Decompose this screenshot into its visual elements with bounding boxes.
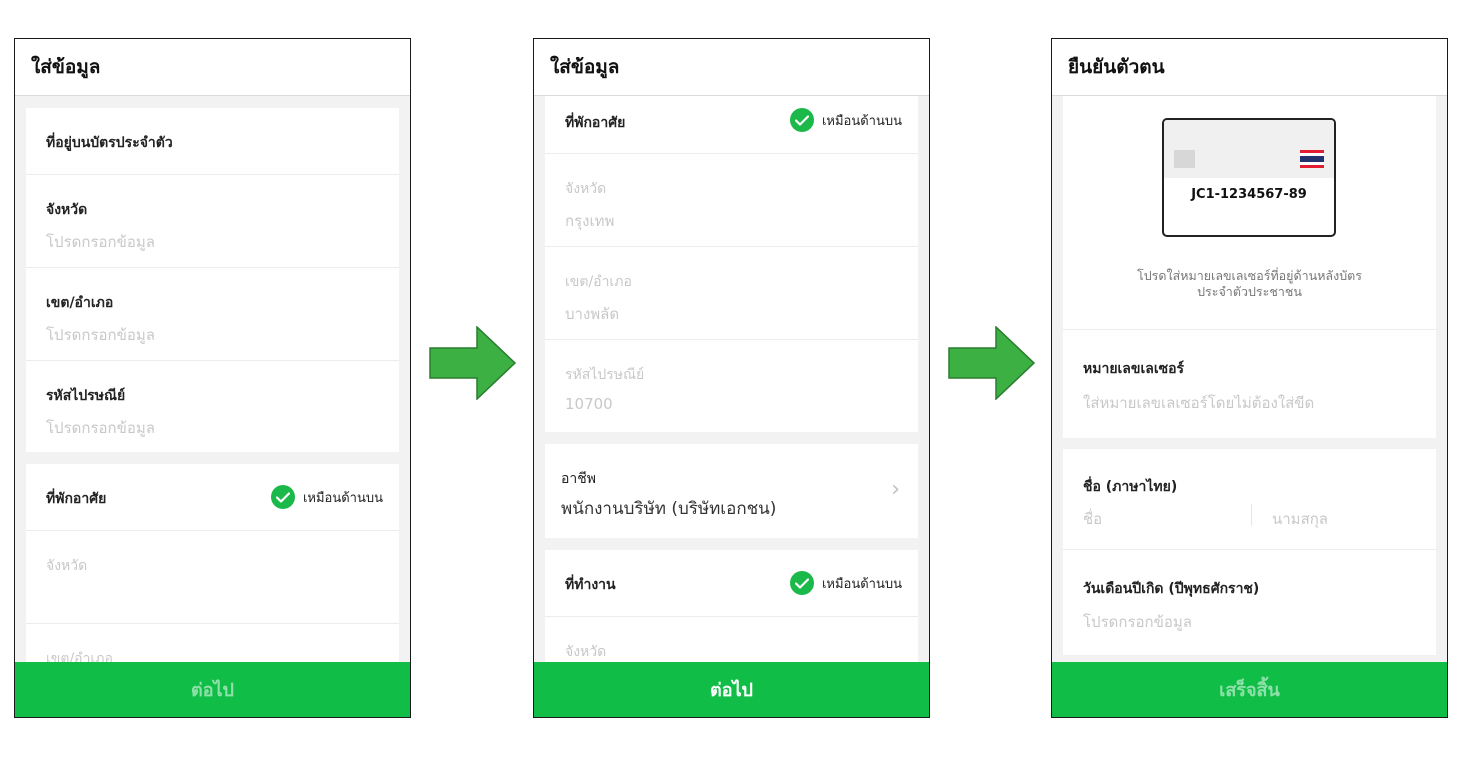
id-card-info-card: JC1-1234567-89 โปรดใส่หมายเลขเลเซอร์ที่อ…: [1063, 96, 1436, 329]
district-input[interactable]: โปรดกรอกข้อมูล: [46, 323, 155, 347]
next-button[interactable]: ต่อไป: [15, 662, 410, 717]
same-as-above-label: เหมือนด้านบน: [821, 113, 902, 129]
province-input[interactable]: โปรดกรอกข้อมูล: [46, 230, 155, 254]
check-circle-icon: [789, 571, 814, 595]
residence-province-field[interactable]: จังหวัด: [26, 531, 399, 624]
workplace-province-label: จังหวัด: [565, 644, 607, 660]
residence-province-label: จังหวัด: [46, 558, 88, 574]
form-content[interactable]: ที่อยู่บนบัตรประจำตัว จังหวัด โปรดกรอกข้…: [15, 96, 410, 662]
residence-header: ที่พักอาศัย เหมือนด้านบน: [26, 464, 399, 531]
residence-header: ที่พักอาศัย เหมือนด้านบน: [545, 96, 918, 154]
page-title: ใส่ข้อมูล: [550, 56, 620, 78]
finish-button[interactable]: เสร็จสิ้น: [1052, 662, 1447, 717]
right-arrow-icon: [429, 326, 517, 400]
birthdate-field[interactable]: วันเดือนปีเกิด (ปีพุทธศักราช) โปรดกรอกข้…: [1063, 550, 1436, 655]
postal-field[interactable]: รหัสไปรษณีย์ โปรดกรอกข้อมูล: [26, 361, 399, 452]
district-label: เขต/อำเภอ: [565, 274, 632, 290]
laser-card[interactable]: หมายเลขเลเซอร์ ใส่หมายเลขเลเซอร์โดยไม่ต้…: [1063, 329, 1436, 438]
screen-fill-info-2: ใส่ข้อมูล ที่พักอาศัย เหมือนด้านบน จังหว…: [533, 38, 930, 718]
workplace-same-toggle[interactable]: เหมือนด้านบน: [789, 571, 902, 595]
postal-input[interactable]: โปรดกรอกข้อมูล: [46, 416, 155, 440]
form-content[interactable]: JC1-1234567-89 โปรดใส่หมายเลขเลเซอร์ที่อ…: [1052, 96, 1447, 662]
screen-fill-info-1: ใส่ข้อมูล ที่อยู่บนบัตรประจำตัว จังหวัด …: [14, 38, 411, 718]
chevron-right-icon: ›: [891, 477, 900, 502]
residence-district-label: เขต/อำเภอ: [46, 651, 113, 662]
laser-input[interactable]: ใส่หมายเลขเลเซอร์โดยไม่ต้องใส่ขีด: [1083, 391, 1314, 415]
header: ใส่ข้อมูล: [15, 39, 410, 96]
district-label: เขต/อำเภอ: [46, 295, 114, 311]
laser-label: หมายเลขเลเซอร์: [1083, 361, 1185, 377]
last-name-input[interactable]: นามสกุล: [1272, 507, 1328, 531]
check-circle-icon: [270, 485, 295, 509]
id-card-illustration: JC1-1234567-89: [1162, 118, 1336, 237]
thai-name-label: ชื่อ (ภาษาไทย): [1083, 479, 1178, 495]
province-label: จังหวัด: [565, 181, 607, 197]
screen-verify-identity: ยืนยันตัวตน JC1-1234567-89 โปรดใส่หมายเล…: [1051, 38, 1448, 718]
instruction-text: โปรดใส่หมายเลขเลเซอร์ที่อยู่ด้านหลังบัตร…: [1063, 268, 1436, 300]
occupation-card[interactable]: อาชีพ พนักงานบริษัท (บริษัทเอกชน) ›: [545, 444, 918, 538]
occupation-value: พนักงานบริษัท (บริษัทเอกชน): [561, 499, 777, 519]
page-title: ใส่ข้อมูล: [31, 56, 101, 78]
header: ใส่ข้อมูล: [534, 39, 929, 96]
residence-label: ที่พักอาศัย: [46, 491, 107, 507]
form-content[interactable]: ที่พักอาศัย เหมือนด้านบน จังหวัด กรุงเทพ…: [534, 96, 929, 662]
header: ยืนยันตัวตน: [1052, 39, 1447, 96]
thai-name-field: ชื่อ (ภาษาไทย) ชื่อ นามสกุล: [1063, 449, 1436, 550]
residence-card: ที่พักอาศัย เหมือนด้านบน จังหวัด เขต/อำเ…: [26, 464, 399, 662]
workplace-same-label: เหมือนด้านบน: [821, 576, 902, 592]
id-address-card: ที่อยู่บนบัตรประจำตัว จังหวัด โปรดกรอกข้…: [26, 108, 399, 452]
birthdate-label: วันเดือนปีเกิด (ปีพุทธศักราช): [1083, 581, 1260, 597]
postal-field: รหัสไปรษณีย์ 10700: [545, 340, 918, 432]
instruction-line-1: โปรดใส่หมายเลขเลเซอร์ที่อยู่ด้านหลังบัตร: [1137, 268, 1362, 283]
thai-flag-icon: [1300, 150, 1324, 168]
instruction-line-2: ประจำตัวประชาชน: [1197, 284, 1302, 299]
same-as-above-label: เหมือนด้านบน: [302, 490, 383, 506]
province-label: จังหวัด: [46, 202, 88, 218]
section-header: ที่อยู่บนบัตรประจำตัว: [26, 108, 399, 175]
section-title: ที่อยู่บนบัตรประจำตัว: [46, 135, 173, 151]
province-value: กรุงเทพ: [565, 212, 615, 230]
workplace-header: ที่ทำงาน เหมือนด้านบน: [545, 550, 918, 617]
district-field: เขต/อำเภอ บางพลัด: [545, 247, 918, 340]
province-field[interactable]: จังหวัด โปรดกรอกข้อมูล: [26, 175, 399, 268]
birthdate-input[interactable]: โปรดกรอกข้อมูล: [1083, 610, 1192, 634]
postal-value: 10700: [565, 395, 613, 413]
workplace-province-field: จังหวัด: [545, 617, 918, 662]
workplace-label: ที่ทำงาน: [565, 577, 616, 593]
postal-label: รหัสไปรษณีย์: [565, 367, 645, 383]
card-number: JC1-1234567-89: [1191, 187, 1307, 202]
district-field[interactable]: เขต/อำเภอ โปรดกรอกข้อมูล: [26, 268, 399, 361]
province-field: จังหวัด กรุงเทพ: [545, 154, 918, 247]
residence-label: ที่พักอาศัย: [565, 115, 626, 131]
page-title: ยืนยันตัวตน: [1068, 56, 1165, 78]
occupation-label: อาชีพ: [561, 471, 596, 487]
chip-icon: [1174, 150, 1195, 168]
next-button[interactable]: ต่อไป: [534, 662, 929, 717]
same-as-above-toggle[interactable]: เหมือนด้านบน: [789, 108, 902, 132]
personal-info-card: ชื่อ (ภาษาไทย) ชื่อ นามสกุล วันเดือนปีเก…: [1063, 449, 1436, 655]
residence-district-field[interactable]: เขต/อำเภอ: [26, 624, 399, 662]
district-value: บางพลัด: [565, 305, 620, 323]
postal-label: รหัสไปรษณีย์: [46, 388, 126, 404]
same-as-above-toggle[interactable]: เหมือนด้านบน: [270, 485, 383, 509]
residence-card: ที่พักอาศัย เหมือนด้านบน จังหวัด กรุงเทพ…: [545, 96, 918, 432]
workplace-card: ที่ทำงาน เหมือนด้านบน จังหวัด: [545, 550, 918, 662]
first-name-input[interactable]: ชื่อ: [1083, 507, 1102, 531]
name-divider: [1251, 504, 1252, 526]
check-circle-icon: [789, 108, 814, 132]
right-arrow-icon: [948, 326, 1036, 400]
